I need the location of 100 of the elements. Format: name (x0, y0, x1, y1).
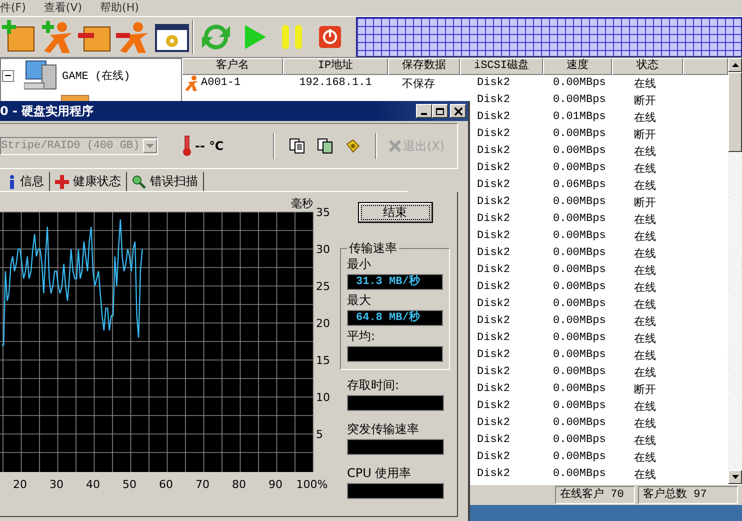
table-cell: Disk2 (477, 298, 510, 310)
table-cell: 192.168.1.1 (299, 77, 372, 90)
table-cell: Disk2 (477, 349, 510, 362)
table-cell: Disk2 (477, 366, 510, 378)
tab[interactable]: 错误扫描 (127, 172, 204, 191)
x-tick-label: 30 (50, 478, 64, 491)
table-cell-text: 在线 (634, 281, 656, 295)
table-cell: 0.00MBps (553, 145, 606, 158)
column-header[interactable]: IP地址 (283, 58, 388, 75)
table-cell-text: 断开 (634, 383, 656, 397)
max-rate-display: 64.8 MB/秒 (347, 310, 443, 326)
table-cell-text: 在线 (634, 213, 656, 227)
x-tick-label: 20 (13, 478, 27, 491)
table-cell: Disk2 (477, 247, 510, 260)
column-header[interactable]: 保存数据 (388, 58, 460, 75)
stop-button[interactable]: 结束 (358, 202, 432, 223)
tree-item[interactable]: GAME (在线) (62, 68, 130, 84)
table-cell-text: 断开 (634, 128, 656, 142)
table-cell: 0.00MBps (553, 315, 606, 328)
table-cell-text: 在线 (634, 332, 656, 346)
table-cell-text: 在线 (634, 247, 656, 261)
table-cell: Disk2 (477, 213, 510, 226)
table-cell-text: 在线 (634, 366, 656, 380)
close-button[interactable] (450, 104, 466, 118)
column-header[interactable]: 速度 (543, 58, 612, 75)
table-cell: Disk2 (477, 264, 510, 276)
table-cell: 0.00MBps (553, 349, 606, 362)
table-cell-text: 在线 (634, 451, 656, 465)
collapse-toggle[interactable] (2, 70, 14, 82)
minimize-button[interactable] (416, 104, 432, 118)
table-cell: Disk2 (477, 111, 510, 124)
table-cell: Disk2 (477, 94, 510, 106)
average-label: 平均: (347, 329, 376, 344)
scroll-thumb[interactable] (728, 72, 742, 152)
table-cell-text: 在线 (634, 264, 656, 278)
scroll-down-icon[interactable] (732, 475, 738, 480)
scroll-up-icon[interactable] (732, 62, 738, 67)
table-cell: Disk2 (477, 400, 510, 412)
maximize-button[interactable] (432, 104, 448, 118)
table-cell: 0.00MBps (553, 247, 606, 260)
table-cell: Disk2 (477, 128, 510, 140)
table-cell-text: 在线 (634, 230, 656, 244)
axis-unit-label: 毫秒 (291, 197, 313, 210)
y-tick-label: 30 (316, 243, 330, 256)
tools-icon[interactable] (345, 138, 361, 154)
table-cell: 0.00MBps (553, 128, 606, 140)
min-label: 最小 (347, 257, 372, 272)
table-cell: 0.00MBps (553, 298, 606, 310)
status-text: 在线客户 70 (555, 486, 635, 504)
table-cell: 0.00MBps (553, 417, 606, 430)
table-cell-text: 在线 (634, 145, 656, 159)
table-cell-text: 在线 (634, 179, 656, 193)
table-cell: Disk2 (477, 417, 510, 430)
table-cell-text: 在线 (634, 400, 656, 414)
x-tick-label: 80 (232, 478, 246, 491)
table-cell-text: 在线 (634, 77, 656, 91)
stat-label: CPU 使用率 (347, 466, 412, 481)
column-header[interactable]: 客户名 (182, 58, 283, 75)
y-tick-label: 15 (316, 354, 330, 367)
table-cell: 0.00MBps (553, 434, 606, 446)
table-cell: 0.00MBps (553, 196, 606, 208)
table-cell: 0.06MBps (553, 179, 606, 192)
tab[interactable]: 健康状态 (50, 172, 127, 191)
table-cell-text: 在线 (634, 298, 656, 312)
table-cell: Disk2 (477, 196, 510, 208)
y-tick-label: 20 (316, 317, 330, 330)
table-cell: 0.01MBps (553, 111, 606, 124)
copy-icon[interactable] (289, 138, 305, 154)
table-cell-text: 断开 (634, 196, 656, 210)
column-header[interactable]: iSCSI磁盘 (460, 58, 543, 75)
close-icon[interactable] (454, 106, 462, 116)
table-cell: 0.00MBps (553, 468, 606, 480)
y-tick-label: 10 (316, 391, 330, 404)
paste-icon[interactable] (317, 138, 333, 154)
table-cell: Disk2 (477, 162, 510, 174)
table-cell: Disk2 (477, 332, 510, 344)
y-tick-label: 5 (316, 428, 323, 441)
table-cell: Disk2 (477, 145, 510, 158)
stat-label: 突发传输速率 (347, 422, 420, 437)
table-cell-text: 断开 (634, 94, 656, 108)
table-cell: 0.00MBps (553, 383, 606, 396)
y-tick-label: 25 (316, 280, 330, 293)
table-cell: 0.00MBps (553, 264, 606, 276)
menu-item[interactable]: 件(F) (0, 0, 26, 16)
search-icon (132, 174, 146, 188)
menu-item[interactable]: 帮助(H) (100, 0, 139, 16)
table-cell: Disk2 (477, 77, 510, 90)
menu-item[interactable]: 查看(V) (44, 0, 82, 16)
tab[interactable]: 信息 (3, 172, 50, 191)
table-cell-text: 在线 (634, 434, 656, 448)
temperature-reading: -- ℃ (195, 139, 225, 153)
window-title: 0 - 硬盘实用程序 (0, 102, 94, 120)
table-cell: 0.00MBps (553, 94, 606, 106)
person-icon (185, 75, 199, 92)
column-header[interactable]: 状态 (612, 58, 683, 75)
column-header[interactable] (683, 58, 728, 75)
table-cell: Disk2 (477, 383, 510, 396)
table-cell: Disk2 (477, 315, 510, 328)
table-cell: A001-1 (201, 77, 241, 90)
table-cell: 0.00MBps (553, 332, 606, 344)
